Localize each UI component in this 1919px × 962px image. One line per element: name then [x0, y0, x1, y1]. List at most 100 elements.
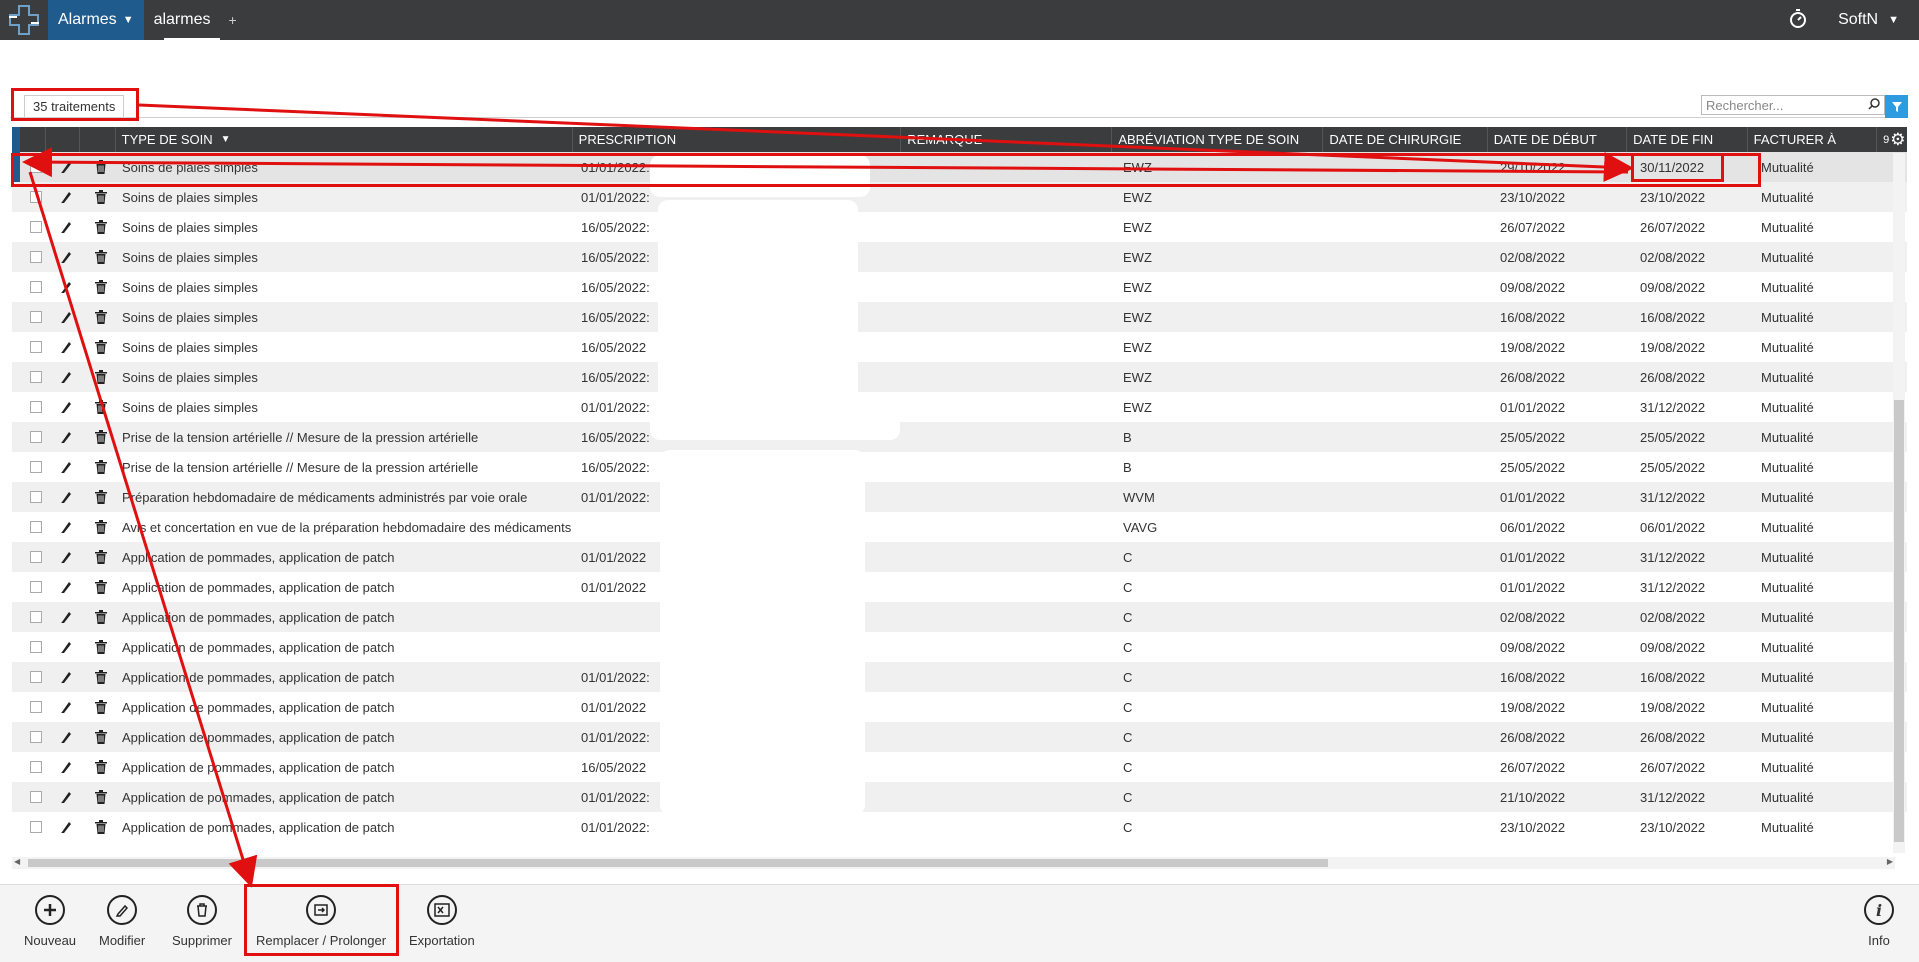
trash-icon[interactable]: [80, 340, 116, 354]
table-row[interactable]: Application de pommades, application de …: [12, 632, 1907, 662]
pencil-icon[interactable]: [46, 460, 80, 474]
pencil-icon[interactable]: [46, 280, 80, 294]
pencil-icon[interactable]: [46, 310, 80, 324]
table-row[interactable]: Application de pommades, application de …: [12, 782, 1907, 812]
trash-icon[interactable]: [80, 460, 116, 474]
row-checkbox[interactable]: [20, 641, 46, 653]
trash-icon[interactable]: [80, 580, 116, 594]
pencil-icon[interactable]: [46, 160, 80, 174]
pencil-icon[interactable]: [46, 640, 80, 654]
trash-icon[interactable]: [80, 700, 116, 714]
row-checkbox[interactable]: [20, 491, 46, 503]
pencil-icon[interactable]: [46, 490, 80, 504]
pencil-icon[interactable]: [46, 220, 80, 234]
checkbox[interactable]: [30, 671, 42, 683]
checkbox[interactable]: [30, 191, 42, 203]
checkbox[interactable]: [30, 521, 42, 533]
row-checkbox[interactable]: [20, 551, 46, 563]
column-header-prescription[interactable]: PRESCRIPTION: [573, 127, 902, 152]
table-row[interactable]: Prise de la tension artérielle // Mesure…: [12, 422, 1907, 452]
checkbox[interactable]: [30, 761, 42, 773]
search-icon[interactable]: [1868, 97, 1880, 113]
row-checkbox[interactable]: [20, 191, 46, 203]
checkbox[interactable]: [30, 731, 42, 743]
trash-icon[interactable]: [80, 550, 116, 564]
export-button[interactable]: Exportation: [409, 895, 475, 948]
pencil-icon[interactable]: [46, 790, 80, 804]
column-header-bill-to[interactable]: FACTURER À: [1748, 127, 1878, 152]
row-checkbox[interactable]: [20, 371, 46, 383]
trash-icon[interactable]: [80, 790, 116, 804]
table-row[interactable]: Soins de plaies simples 16/05/2022: EWZ 26/…: [12, 212, 1907, 242]
column-header-abbreviation[interactable]: ABRÉVIATION TYPE DE SOIN: [1112, 127, 1324, 152]
row-checkbox[interactable]: [20, 431, 46, 443]
info-button[interactable]: i Info: [1864, 895, 1894, 948]
row-checkbox[interactable]: [20, 791, 46, 803]
vertical-scrollbar[interactable]: [1893, 153, 1905, 853]
table-row[interactable]: ✓ Soins de plaies simples 01/01/2022: EWZ 29…: [12, 152, 1907, 182]
checkbox[interactable]: [30, 401, 42, 413]
trash-icon[interactable]: [80, 490, 116, 504]
new-button[interactable]: Nouveau: [24, 895, 76, 948]
user-menu[interactable]: SoftN ▼: [1838, 11, 1899, 29]
table-row[interactable]: Soins de plaies simples 16/05/2022: EWZ 16/…: [12, 302, 1907, 332]
trash-icon[interactable]: [80, 250, 116, 264]
row-checkbox[interactable]: [20, 671, 46, 683]
checkbox[interactable]: [30, 611, 42, 623]
table-row[interactable]: Prise de la tension artérielle // Mesure…: [12, 452, 1907, 482]
row-checkbox[interactable]: [20, 341, 46, 353]
checkbox[interactable]: [30, 461, 42, 473]
checkbox[interactable]: [30, 281, 42, 293]
table-row[interactable]: Application de pommades, application de …: [12, 752, 1907, 782]
trash-icon[interactable]: [80, 520, 116, 534]
trash-icon[interactable]: [80, 190, 116, 204]
row-checkbox[interactable]: [20, 281, 46, 293]
checkbox[interactable]: [30, 791, 42, 803]
checkbox[interactable]: [30, 581, 42, 593]
checkbox[interactable]: [30, 221, 42, 233]
table-row[interactable]: Soins de plaies simples 16/05/2022: EWZ 09/…: [12, 272, 1907, 302]
trash-icon[interactable]: [80, 610, 116, 624]
pencil-icon[interactable]: [46, 730, 80, 744]
pencil-icon[interactable]: [46, 400, 80, 414]
row-checkbox[interactable]: [20, 221, 46, 233]
add-tab-button[interactable]: +: [228, 12, 236, 28]
gear-icon[interactable]: ⚙: [1890, 130, 1905, 150]
pencil-icon[interactable]: [46, 430, 80, 444]
pencil-icon[interactable]: [46, 190, 80, 204]
row-checkbox[interactable]: [20, 731, 46, 743]
column-header-remarque[interactable]: REMARQUE: [901, 127, 1113, 152]
horizontal-scroll-thumb[interactable]: [28, 859, 1328, 867]
checkbox[interactable]: [30, 311, 42, 323]
scroll-left-icon[interactable]: ◀: [14, 857, 20, 866]
column-chooser[interactable]: 9 ⚙: [1877, 127, 1907, 152]
checkbox[interactable]: [30, 431, 42, 443]
row-checkbox[interactable]: ✓: [20, 161, 46, 173]
checkbox[interactable]: [30, 251, 42, 263]
table-row[interactable]: Soins de plaies simples 16/05/2022: EWZ 02/…: [12, 242, 1907, 272]
pencil-icon[interactable]: [46, 700, 80, 714]
row-checkbox[interactable]: [20, 581, 46, 593]
edit-button[interactable]: Modifier: [99, 895, 145, 948]
column-header-end-date[interactable]: DATE DE FIN: [1627, 127, 1748, 152]
tab-alarmes[interactable]: alarmes: [144, 0, 221, 40]
checkbox[interactable]: [30, 371, 42, 383]
row-checkbox[interactable]: [20, 821, 46, 833]
column-header-surgery-date[interactable]: DATE DE CHIRURGIE: [1323, 127, 1488, 152]
row-checkbox[interactable]: [20, 521, 46, 533]
row-checkbox[interactable]: [20, 461, 46, 473]
row-checkbox[interactable]: [20, 701, 46, 713]
module-selector[interactable]: Alarmes ▼: [48, 0, 144, 40]
row-checkbox[interactable]: [20, 311, 46, 323]
row-checkbox[interactable]: [20, 251, 46, 263]
trash-icon[interactable]: [80, 760, 116, 774]
column-header-type[interactable]: TYPE DE SOIN ▼: [116, 127, 573, 152]
app-logo-icon[interactable]: [0, 0, 48, 40]
column-header-start-date[interactable]: DATE DE DÉBUT: [1488, 127, 1628, 152]
pencil-icon[interactable]: [46, 820, 80, 834]
checkbox[interactable]: [30, 641, 42, 653]
pencil-icon[interactable]: [46, 250, 80, 264]
table-row[interactable]: Application de pommades, application de …: [12, 722, 1907, 752]
checkbox[interactable]: [30, 551, 42, 563]
table-row[interactable]: Application de pommades, application de …: [12, 542, 1907, 572]
